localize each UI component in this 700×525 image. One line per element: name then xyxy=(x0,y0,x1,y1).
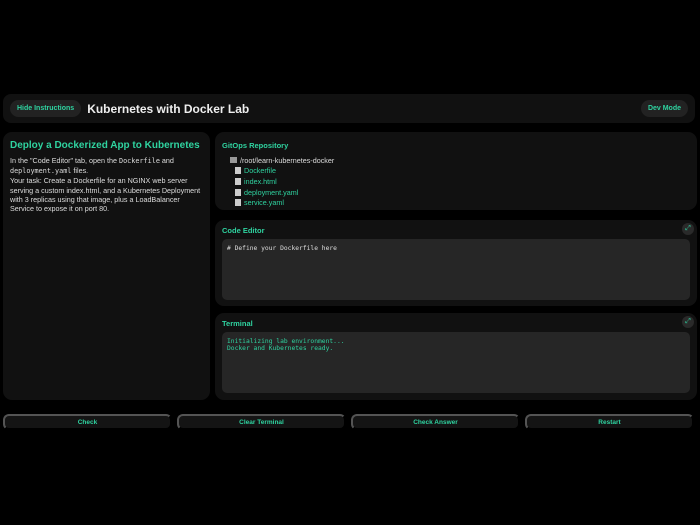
file-label: Dockerfile xyxy=(244,166,276,176)
file-label: service.yaml xyxy=(244,198,284,208)
code: deployment.yaml xyxy=(10,167,72,176)
file-item[interactable]: Dockerfile xyxy=(222,166,690,177)
terminal-output[interactable]: Initializing lab environment... Docker a… xyxy=(222,332,690,393)
clear-terminal-button[interactable]: Clear Terminal xyxy=(177,414,346,430)
code: Dockerfile xyxy=(119,157,160,165)
page-title: Kubernetes with Docker Lab xyxy=(87,101,250,116)
file-tree: /root/learn-kubernetes-docker Dockerfile… xyxy=(222,155,690,208)
folder-label: /root/learn-kubernetes-docker xyxy=(240,155,335,165)
file-icon xyxy=(235,167,241,175)
check-answer-button[interactable]: Check Answer xyxy=(351,414,520,430)
folder-root[interactable]: /root/learn-kubernetes-docker xyxy=(222,155,690,166)
repo-title: GitOps Repository xyxy=(222,141,289,150)
restart-button[interactable]: Restart xyxy=(525,414,694,430)
file-icon xyxy=(235,199,241,207)
header-bar: Hide Instructions Kubernetes with Docker… xyxy=(3,94,695,123)
expand-icon[interactable]: ⤢ xyxy=(682,316,694,328)
text: and xyxy=(159,156,174,165)
expand-icon[interactable]: ⤢ xyxy=(682,223,694,235)
code-editor-input[interactable]: # Define your Dockerfile here xyxy=(222,239,690,300)
file-item[interactable]: deployment.yaml xyxy=(222,187,690,198)
terminal-title: Terminal xyxy=(222,319,253,328)
file-label: index.html xyxy=(244,176,277,186)
instructions-title: Deploy a Dockerized App to Kubernetes xyxy=(10,140,200,151)
file-label: deployment.yaml xyxy=(244,187,299,197)
file-icon xyxy=(235,188,241,196)
text: files. xyxy=(71,166,89,176)
text: In the "Code Editor" tab, open the xyxy=(10,156,119,165)
file-item[interactable]: index.html xyxy=(222,176,690,187)
instructions-text: In the "Code Editor" tab, open the Docke… xyxy=(10,156,203,213)
text: Your task: Create a Dockerfile for an NG… xyxy=(10,176,201,214)
repo-panel: GitOps Repository /root/learn-kubernetes… xyxy=(215,132,697,210)
code-editor-title: Code Editor xyxy=(222,226,265,235)
folder-icon xyxy=(230,157,237,164)
check-button[interactable]: Check xyxy=(3,414,172,430)
terminal-panel: Terminal ⤢ Initializing lab environment.… xyxy=(215,313,697,400)
instructions-panel: Deploy a Dockerized App to Kubernetes In… xyxy=(3,132,210,400)
file-icon xyxy=(235,177,241,185)
file-item[interactable]: service.yaml xyxy=(222,197,690,208)
hide-instructions-button[interactable]: Hide Instructions xyxy=(10,100,82,117)
code-editor-panel: Code Editor ⤢ # Define your Dockerfile h… xyxy=(215,220,697,306)
dev-mode-button[interactable]: Dev Mode xyxy=(640,100,688,117)
